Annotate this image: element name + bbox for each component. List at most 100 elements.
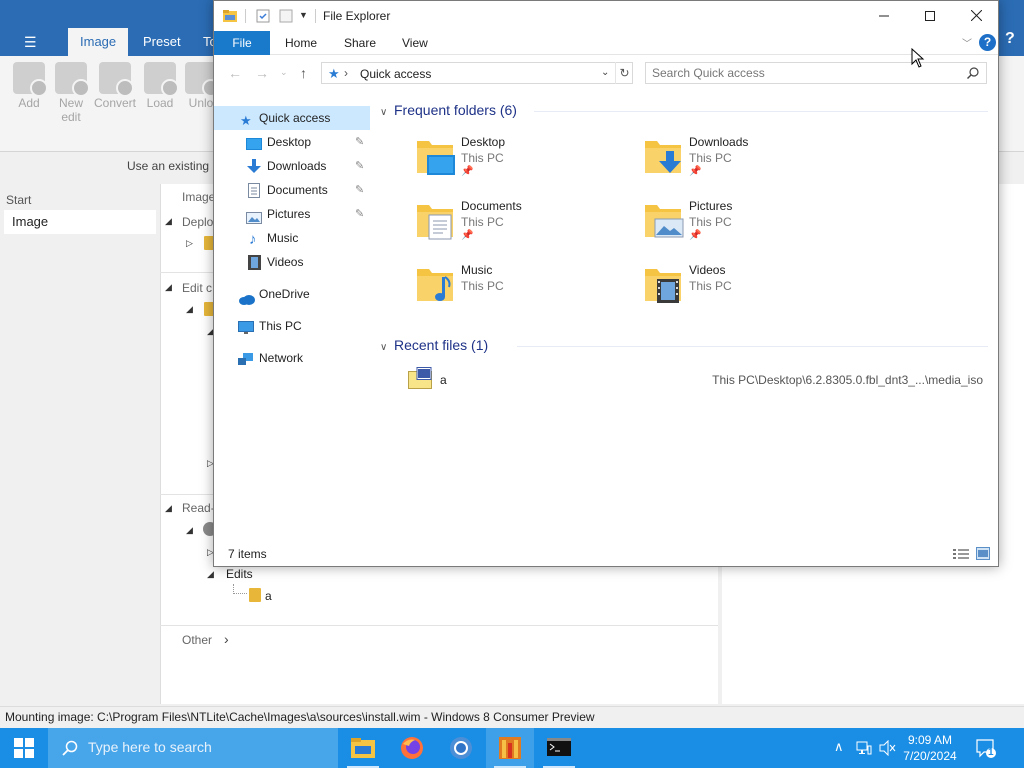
taskbar-chrome[interactable] bbox=[437, 728, 485, 768]
sidebar-item-this-pc[interactable]: This PC bbox=[214, 314, 370, 338]
maximize-button[interactable] bbox=[907, 1, 953, 31]
search-icon bbox=[62, 740, 78, 756]
folder-name: Downloads bbox=[689, 135, 749, 149]
new-edit-button[interactable]: New edit bbox=[48, 62, 94, 124]
sidebar-item-videos[interactable]: Videos bbox=[214, 250, 370, 274]
convert-button[interactable]: Convert bbox=[92, 62, 138, 110]
breadcrumb-quick-access[interactable]: Quick access bbox=[360, 67, 431, 81]
breadcrumb-separator-icon[interactable]: › bbox=[344, 66, 348, 80]
folder-tile-downloads[interactable]: Downloads This PC 📌 bbox=[643, 135, 843, 191]
tree-deploy-label[interactable]: Deplo bbox=[182, 215, 213, 229]
list-item[interactable]: a This PC\Desktop\6.2.8305.0.fbl_dnt3_..… bbox=[406, 367, 986, 391]
group-header-label: Recent files (1) bbox=[394, 337, 489, 353]
properties-icon[interactable] bbox=[256, 9, 270, 26]
help-icon[interactable]: ? bbox=[1005, 30, 1015, 48]
large-icons-view-icon[interactable] bbox=[976, 547, 990, 563]
folder-tile-music[interactable]: Music This PC bbox=[415, 263, 615, 319]
collapse-arrow-icon[interactable]: ◢ bbox=[186, 525, 193, 536]
tab-home[interactable]: Home bbox=[271, 31, 331, 55]
show-hidden-icons-icon[interactable]: ∧ bbox=[834, 739, 844, 755]
window-title: File Explorer bbox=[323, 9, 391, 23]
group-header-recent-files[interactable]: ∨ Recent files (1) bbox=[380, 337, 488, 353]
minimize-button[interactable] bbox=[861, 1, 907, 31]
refresh-icon[interactable]: ↻ bbox=[615, 62, 633, 84]
details-view-icon[interactable] bbox=[953, 548, 969, 563]
collapse-arrow-icon[interactable]: ◢ bbox=[165, 216, 172, 227]
forward-arrow-icon[interactable]: → bbox=[255, 65, 269, 81]
load-button[interactable]: Load bbox=[137, 62, 183, 110]
address-dropdown-icon[interactable]: ⌄ bbox=[601, 67, 609, 78]
back-arrow-icon[interactable]: ← bbox=[228, 65, 242, 81]
hamburger-menu-icon[interactable]: ☰ bbox=[24, 34, 37, 51]
folder-tile-pictures[interactable]: Pictures This PC 📌 bbox=[643, 199, 843, 255]
folder-tile-videos[interactable]: Videos This PC bbox=[643, 263, 843, 319]
search-icon[interactable] bbox=[967, 67, 979, 82]
pin-icon[interactable]: ✎ bbox=[355, 154, 364, 178]
sidebar-item-desktop[interactable]: Desktop ✎ bbox=[214, 130, 370, 154]
tree-other-label[interactable]: Other bbox=[182, 633, 212, 647]
taskbar-firefox[interactable] bbox=[388, 728, 436, 768]
taskbar-terminal[interactable] bbox=[535, 728, 583, 768]
sidebar-item-downloads[interactable]: Downloads ✎ bbox=[214, 154, 370, 178]
sidebar-item-network[interactable]: Network bbox=[214, 346, 370, 370]
title-bar[interactable]: ▼ File Explorer bbox=[214, 1, 998, 31]
sidebar-item-quick-access[interactable]: ★ Quick access bbox=[214, 106, 370, 130]
clock[interactable]: 9:09 AM 7/20/2024 bbox=[896, 732, 964, 764]
monitor-icon bbox=[238, 319, 254, 343]
tree-edit-item-a[interactable]: a bbox=[265, 589, 272, 603]
pin-icon[interactable]: ✎ bbox=[355, 202, 364, 226]
tree-edits-label[interactable]: Edits bbox=[226, 567, 253, 581]
folder-tile-desktop[interactable]: Desktop This PC 📌 bbox=[415, 135, 615, 191]
collapse-arrow-icon[interactable]: ◢ bbox=[207, 569, 214, 580]
tab-image[interactable]: Image bbox=[68, 28, 129, 56]
network-icon[interactable] bbox=[856, 740, 872, 759]
maximize-icon bbox=[925, 11, 935, 21]
sidebar-item-pictures[interactable]: Pictures ✎ bbox=[214, 202, 370, 226]
desktop-folder-icon bbox=[415, 135, 457, 180]
start-button[interactable] bbox=[0, 728, 48, 768]
recent-locations-icon[interactable]: ⌄ bbox=[280, 67, 288, 78]
tab-share[interactable]: Share bbox=[330, 31, 390, 55]
tab-file[interactable]: File bbox=[214, 31, 270, 55]
pin-icon[interactable]: ✎ bbox=[355, 130, 364, 154]
add-button[interactable]: Add bbox=[6, 62, 52, 110]
new-edit-icon bbox=[55, 62, 90, 97]
divider bbox=[160, 625, 718, 626]
pin-icon[interactable]: ✎ bbox=[355, 178, 364, 202]
collapse-arrow-icon[interactable]: ◢ bbox=[186, 304, 193, 315]
tree-read-label[interactable]: Read- bbox=[182, 501, 215, 515]
address-bar[interactable]: ★ › Quick access ⌄ bbox=[321, 62, 633, 84]
search-box[interactable] bbox=[645, 62, 987, 84]
expand-arrow-icon[interactable]: ▷ bbox=[186, 238, 193, 249]
customize-toolbar-icon[interactable]: ▼ bbox=[299, 10, 308, 20]
taskbar-search-input[interactable] bbox=[88, 739, 328, 755]
tree-edit-label[interactable]: Edit c bbox=[182, 281, 212, 295]
group-header-frequent-folders[interactable]: ∨ Frequent folders (6) bbox=[380, 102, 517, 118]
folder-location: This PC bbox=[461, 215, 504, 229]
collapse-arrow-icon[interactable]: ◢ bbox=[165, 503, 172, 514]
taskbar-file-explorer[interactable] bbox=[339, 728, 387, 768]
help-icon[interactable]: ? bbox=[979, 34, 996, 51]
documents-folder-icon bbox=[415, 199, 457, 244]
taskbar-ntlite[interactable] bbox=[486, 728, 534, 768]
volume-muted-icon[interactable] bbox=[879, 739, 897, 759]
use-existing-hint: Use an existing i bbox=[127, 159, 216, 173]
tab-preset[interactable]: Preset bbox=[131, 28, 193, 56]
search-input[interactable] bbox=[652, 66, 952, 80]
notification-center-button[interactable]: 1 bbox=[976, 738, 996, 761]
tab-view[interactable]: View bbox=[388, 31, 442, 55]
chevron-right-icon[interactable]: › bbox=[224, 631, 229, 647]
up-arrow-icon[interactable]: ↑ bbox=[300, 65, 307, 81]
expand-ribbon-icon[interactable]: ﹀ bbox=[962, 35, 972, 50]
navigation-pane: ★ Quick access Desktop ✎ Downloads ✎ Doc… bbox=[214, 101, 370, 541]
sidebar-item-image[interactable]: Image bbox=[4, 210, 156, 234]
collapse-arrow-icon[interactable]: ◢ bbox=[165, 282, 172, 293]
folder-tile-documents[interactable]: Documents This PC 📌 bbox=[415, 199, 615, 255]
sidebar-item-music[interactable]: ♪ Music bbox=[214, 226, 370, 250]
sidebar-item-onedrive[interactable]: OneDrive bbox=[214, 282, 370, 306]
folder-name: Music bbox=[461, 263, 493, 277]
new-folder-icon[interactable] bbox=[279, 9, 293, 26]
sidebar-item-documents[interactable]: Documents ✎ bbox=[214, 178, 370, 202]
close-button[interactable] bbox=[953, 1, 999, 31]
taskbar-search-box[interactable] bbox=[48, 728, 338, 768]
